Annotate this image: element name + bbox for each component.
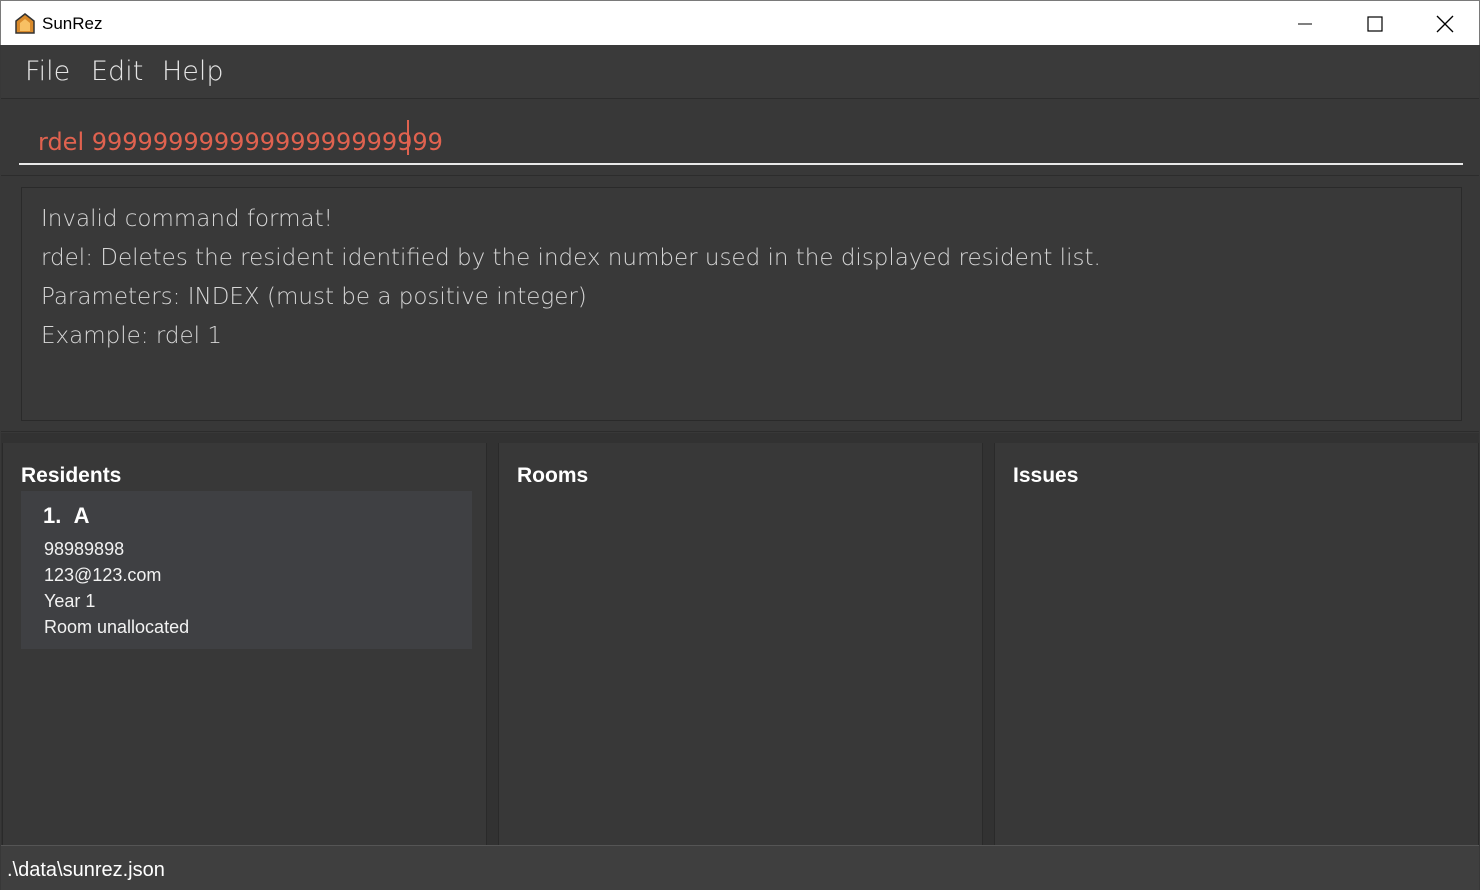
rooms-panel: Rooms bbox=[498, 443, 983, 845]
resident-year: Year 1 bbox=[44, 591, 96, 611]
issues-panel: Issues bbox=[994, 443, 1479, 845]
result-line: rdel: Deletes the resident identified by… bbox=[41, 245, 1101, 271]
close-icon bbox=[1436, 15, 1454, 32]
result-area: Invalid command format! rdel: Deletes th… bbox=[1, 177, 1479, 432]
title-bar: SunRez bbox=[0, 0, 1480, 45]
result-line: Parameters: INDEX (must be a positive in… bbox=[41, 284, 587, 310]
menu-bar: File Edit Help bbox=[1, 45, 1479, 99]
residents-panel: Residents 1. A 98989898 123@123.com Year… bbox=[2, 443, 487, 845]
result-line: Example: rdel 1 bbox=[41, 323, 222, 349]
resident-phone: 98989898 bbox=[44, 539, 125, 559]
result-line: Invalid command format! bbox=[41, 206, 333, 232]
result-display: Invalid command format! rdel: Deletes th… bbox=[21, 187, 1462, 421]
status-bar: .\data\sunrez.json bbox=[1, 845, 1479, 890]
command-area bbox=[1, 100, 1479, 176]
window-title: SunRez bbox=[42, 14, 103, 33]
command-input[interactable] bbox=[19, 117, 1463, 165]
maximize-button[interactable] bbox=[1340, 1, 1410, 46]
minimize-icon bbox=[1298, 23, 1312, 24]
maximize-icon bbox=[1367, 15, 1383, 32]
close-button[interactable] bbox=[1410, 1, 1480, 46]
issues-title: Issues bbox=[1013, 464, 1079, 487]
list-panels: Residents 1. A 98989898 123@123.com Year… bbox=[1, 433, 1479, 845]
menu-file[interactable]: File bbox=[25, 56, 70, 87]
minimize-button[interactable] bbox=[1270, 1, 1340, 46]
menu-help[interactable]: Help bbox=[162, 56, 224, 87]
residents-title: Residents bbox=[21, 464, 122, 487]
resident-card[interactable]: 1. A 98989898 123@123.com Year 1 Room un… bbox=[21, 491, 472, 649]
resident-header: 1. A bbox=[43, 503, 89, 529]
text-caret bbox=[407, 120, 409, 155]
resident-name: A bbox=[73, 503, 90, 528]
data-file-path: .\data\sunrez.json bbox=[7, 859, 165, 881]
menu-edit[interactable]: Edit bbox=[91, 56, 143, 87]
resident-email: 123@123.com bbox=[44, 565, 162, 585]
resident-index: 1. bbox=[43, 503, 62, 528]
rooms-title: Rooms bbox=[517, 464, 589, 487]
house-icon bbox=[15, 13, 35, 34]
resident-room: Room unallocated bbox=[44, 617, 190, 637]
